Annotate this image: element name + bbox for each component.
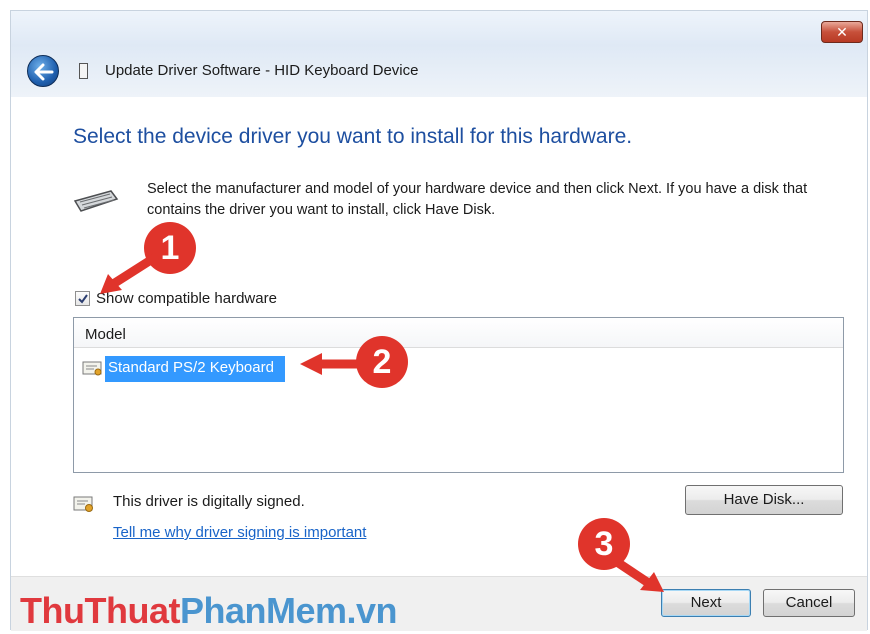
page-heading: Select the device driver you want to ins… xyxy=(73,125,633,148)
checkmark-icon xyxy=(78,294,88,304)
certificate-icon xyxy=(73,496,93,512)
cancel-button[interactable]: Cancel xyxy=(763,589,855,617)
arrow-icon xyxy=(610,556,664,592)
arrow-icon xyxy=(100,253,159,294)
model-header-label: Model xyxy=(85,326,126,343)
window-title: Update Driver Software - HID Keyboard De… xyxy=(105,62,419,79)
model-column-header[interactable]: Model xyxy=(74,318,843,348)
watermark-part-1: ThuThuat xyxy=(20,590,180,631)
watermark-part-2: PhanMem.vn xyxy=(179,590,398,631)
back-button[interactable] xyxy=(27,55,59,87)
have-disk-button[interactable]: Have Disk... xyxy=(685,485,843,515)
driver-signing-link[interactable]: Tell me why driver signing is important xyxy=(113,524,366,541)
step-marker-2: 2 xyxy=(356,336,408,388)
show-compatible-checkbox[interactable] xyxy=(75,291,90,306)
driver-update-window: ✕ Update Driver Software - HID Keyboard … xyxy=(10,10,868,631)
arrow-icon xyxy=(300,353,360,375)
model-list-item[interactable]: Standard PS/2 Keyboard xyxy=(82,356,312,382)
back-arrow-icon xyxy=(34,63,54,81)
keyboard-icon xyxy=(73,190,119,212)
certificate-icon xyxy=(82,361,102,376)
next-button[interactable]: Next xyxy=(661,589,751,617)
driver-document-icon xyxy=(79,63,88,79)
close-button[interactable]: ✕ xyxy=(821,21,863,43)
model-list[interactable]: Model Standard PS/2 Keyboard xyxy=(73,317,844,473)
watermark: ThuThuatPhanMem.vn xyxy=(20,590,398,632)
model-item-label: Standard PS/2 Keyboard xyxy=(105,356,285,382)
instruction-text: Select the manufacturer and model of you… xyxy=(147,181,808,218)
title-bar: ✕ Update Driver Software - HID Keyboard … xyxy=(11,11,867,97)
signed-status-text: This driver is digitally signed. xyxy=(113,493,305,510)
